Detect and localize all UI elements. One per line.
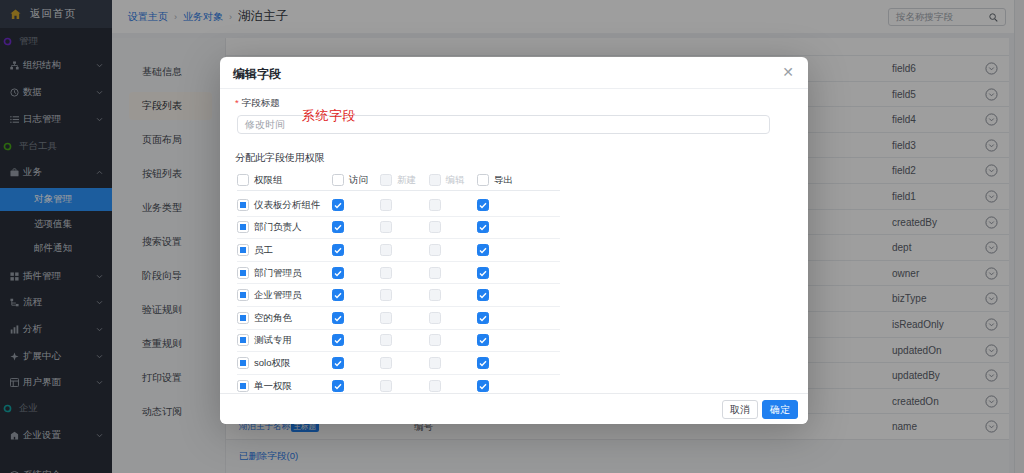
header-checkbox[interactable] xyxy=(237,174,249,186)
perm-checkbox-导出[interactable] xyxy=(477,357,489,369)
permission-group-label: 测试专用 xyxy=(254,334,292,346)
ok-button[interactable]: 确定 xyxy=(762,400,798,419)
permission-row: 企业管理员 xyxy=(237,284,560,307)
row-select-checkbox[interactable] xyxy=(237,380,249,392)
row-select-checkbox[interactable] xyxy=(237,357,249,369)
permission-row: 空的角色 xyxy=(237,307,560,330)
header-checkbox[interactable] xyxy=(477,174,489,186)
permission-group-label: 部门管理员 xyxy=(254,267,302,279)
perm-checkbox-编辑 xyxy=(429,380,441,392)
permission-group-label: 部门负责人 xyxy=(254,221,302,233)
perm-checkbox-导出[interactable] xyxy=(477,221,489,233)
permission-row: solo权限 xyxy=(237,352,560,375)
perm-checkbox-访问[interactable] xyxy=(332,334,344,346)
permission-row: 仪表板分析组件 xyxy=(237,194,560,217)
perm-checkbox-新建 xyxy=(380,312,392,324)
permissions-column-label: 导出 xyxy=(494,174,513,186)
perm-checkbox-导出[interactable] xyxy=(477,334,489,346)
perm-checkbox-新建 xyxy=(380,267,392,279)
row-select-checkbox[interactable] xyxy=(237,267,249,279)
perm-checkbox-新建 xyxy=(380,334,392,346)
close-icon[interactable]: ✕ xyxy=(782,64,794,81)
perm-checkbox-编辑 xyxy=(429,357,441,369)
modal-title: 编辑字段 xyxy=(233,66,281,83)
perm-checkbox-编辑 xyxy=(429,267,441,279)
row-select-checkbox[interactable] xyxy=(237,289,249,301)
perm-checkbox-访问[interactable] xyxy=(332,357,344,369)
perm-checkbox-导出[interactable] xyxy=(477,244,489,256)
perm-checkbox-编辑 xyxy=(429,221,441,233)
permissions-table: 权限组 访问 新建 编辑 导出仪表板分析组件部门负责人员工部门管理员企业管理员空的角色测… xyxy=(237,170,560,397)
perm-checkbox-新建 xyxy=(380,244,392,256)
perm-checkbox-导出[interactable] xyxy=(477,289,489,301)
row-select-checkbox[interactable] xyxy=(237,334,249,346)
perm-checkbox-访问[interactable] xyxy=(332,199,344,211)
edit-field-modal: 编辑字段 ✕ *字段标题 系统字段 修改时间 分配此字段使用权限 权限组访问新建… xyxy=(220,57,808,424)
permissions-column-label: 编辑 xyxy=(446,174,465,186)
perm-checkbox-访问[interactable] xyxy=(332,221,344,233)
app-window: 返回首页 管理组织结构数据日志管理平台工具业务插件管理流程分析扩展中心用户界面企… xyxy=(0,0,1024,473)
system-field-annotation: 系统字段 xyxy=(302,107,356,125)
perm-checkbox-访问[interactable] xyxy=(332,267,344,279)
modal-footer: 取消 确定 xyxy=(220,393,808,424)
cancel-button[interactable]: 取消 xyxy=(722,400,758,419)
perm-checkbox-导出[interactable] xyxy=(477,267,489,279)
permission-row: 员工 xyxy=(237,239,560,262)
permissions-column-label: 新建 xyxy=(397,174,416,186)
perm-checkbox-编辑 xyxy=(429,199,441,211)
perm-checkbox-访问[interactable] xyxy=(332,312,344,324)
field-title-label: *字段标题 xyxy=(235,97,280,110)
permission-group-label: 仪表板分析组件 xyxy=(254,199,321,211)
required-asterisk: * xyxy=(235,97,239,108)
modal-body: *字段标题 系统字段 修改时间 分配此字段使用权限 权限组访问新建编辑导出仪表板… xyxy=(220,89,808,392)
perm-checkbox-新建 xyxy=(380,221,392,233)
permission-group-label: 空的角色 xyxy=(254,312,292,324)
perm-checkbox-编辑 xyxy=(429,312,441,324)
perm-checkbox-编辑 xyxy=(429,244,441,256)
permissions-column-label: 访问 xyxy=(349,174,368,186)
header-checkbox xyxy=(380,174,392,186)
row-select-checkbox[interactable] xyxy=(237,199,249,211)
modal-header: 编辑字段 ✕ xyxy=(220,57,808,89)
perm-checkbox-导出[interactable] xyxy=(477,312,489,324)
header-checkbox xyxy=(429,174,441,186)
row-select-checkbox[interactable] xyxy=(237,221,249,233)
permission-group-label: solo权限 xyxy=(254,357,290,369)
perm-checkbox-编辑 xyxy=(429,334,441,346)
header-checkbox[interactable] xyxy=(332,174,344,186)
permission-group-label: 单一权限 xyxy=(254,380,292,392)
permissions-column-label: 权限组 xyxy=(254,174,283,186)
permission-group-label: 员工 xyxy=(254,244,273,256)
perm-checkbox-新建 xyxy=(380,357,392,369)
permissions-header-row: 权限组 访问 新建 编辑 导出 xyxy=(237,170,560,191)
permission-group-label: 企业管理员 xyxy=(254,289,302,301)
row-select-checkbox[interactable] xyxy=(237,312,249,324)
perm-checkbox-编辑 xyxy=(429,289,441,301)
permission-row: 部门负责人 xyxy=(237,217,560,240)
perm-checkbox-新建 xyxy=(380,199,392,211)
perm-checkbox-新建 xyxy=(380,380,392,392)
row-select-checkbox[interactable] xyxy=(237,244,249,256)
permission-row: 部门管理员 xyxy=(237,262,560,285)
permission-row: 测试专用 xyxy=(237,330,560,353)
perm-checkbox-新建 xyxy=(380,289,392,301)
perm-checkbox-导出[interactable] xyxy=(477,199,489,211)
perm-checkbox-访问[interactable] xyxy=(332,380,344,392)
permissions-section-label: 分配此字段使用权限 xyxy=(235,151,325,165)
perm-checkbox-访问[interactable] xyxy=(332,244,344,256)
perm-checkbox-访问[interactable] xyxy=(332,289,344,301)
perm-checkbox-导出[interactable] xyxy=(477,380,489,392)
